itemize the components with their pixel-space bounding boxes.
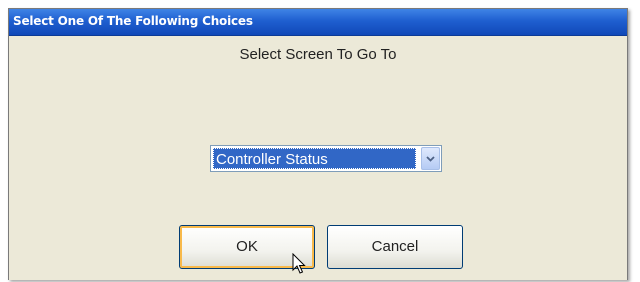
dropdown-selected-value[interactable]: Controller Status — [213, 148, 416, 169]
cancel-button[interactable]: Cancel — [327, 225, 463, 269]
mouse-pointer-icon — [292, 253, 306, 274]
select-screen-dialog: Select One Of The Following Choices Sele… — [8, 8, 628, 280]
dropdown-toggle-button[interactable] — [421, 147, 440, 170]
dialog-title: Select One Of The Following Choices — [13, 14, 253, 28]
title-bar[interactable]: Select One Of The Following Choices — [9, 9, 627, 36]
screen-select-dropdown[interactable]: Controller Status — [210, 145, 442, 172]
prompt-label: Select Screen To Go To — [239, 46, 397, 63]
chevron-down-icon — [426, 156, 435, 162]
